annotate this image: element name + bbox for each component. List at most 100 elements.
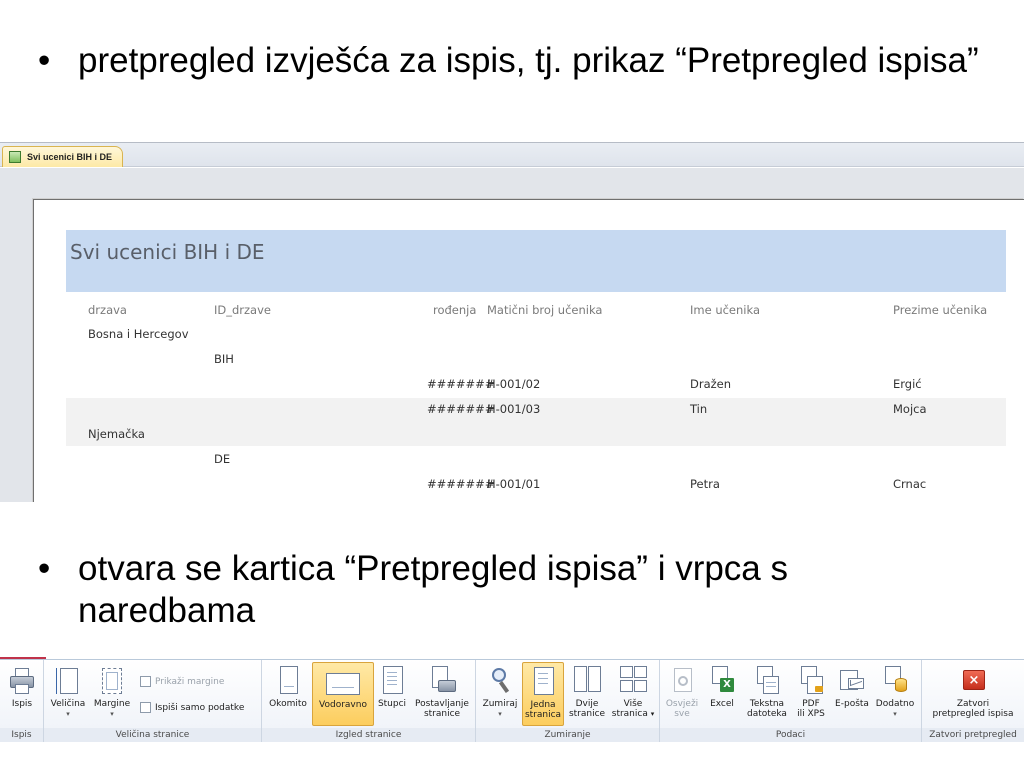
cell-prezime: Crnac xyxy=(893,477,927,491)
column-header-rodenja: rođenja xyxy=(433,303,477,317)
cell-rodenja: ####### xyxy=(427,402,495,416)
group-label: Izgled stranice xyxy=(262,728,475,742)
more-export-label: Dodatno xyxy=(875,699,915,709)
ribbon-group-izgled-stranice: Okomito Vodoravno Stupci Postavljanje st… xyxy=(262,660,476,742)
email-button[interactable]: E-pošta xyxy=(832,662,872,726)
report-page: Svi ucenici BIH i DE drzava ID_drzave ro… xyxy=(33,199,1024,502)
refresh-icon xyxy=(668,666,696,696)
report-window: Svi ucenici BIH i DE Svi ucenici BIH i D… xyxy=(0,142,1024,502)
column-header-drzava: drzava xyxy=(88,303,127,317)
print-button-label: Ispis xyxy=(11,699,33,709)
two-pages-label-line1: Dvije xyxy=(575,699,599,709)
page-setup-label-line2: stranice xyxy=(423,709,461,719)
excel-label: Excel xyxy=(710,699,734,709)
report-icon xyxy=(9,151,21,163)
text-file-label-line2: datoteka xyxy=(747,709,787,719)
size-button[interactable]: Veličina ▾ xyxy=(48,662,88,726)
email-label: E-pošta xyxy=(835,699,869,709)
one-page-label-line2: stranica xyxy=(524,710,562,720)
group-header-id: BIH xyxy=(214,352,234,366)
refresh-label-line2: sve xyxy=(674,709,690,719)
columns-button[interactable]: Stupci xyxy=(374,662,410,726)
cell-ime: Petra xyxy=(690,477,720,491)
document-tab[interactable]: Svi ucenici BIH i DE xyxy=(2,146,124,167)
print-button[interactable]: Ispis xyxy=(4,662,40,726)
portrait-icon xyxy=(274,666,302,696)
close-label-line2: pretpregled ispisa xyxy=(932,709,1014,719)
ribbon-group-velicina-stranice: Veličina ▾ Margine ▾ Prikaži margine Isp… xyxy=(44,660,262,742)
bullet-dot: • xyxy=(38,41,51,80)
group-header-drzava: Njemačka xyxy=(88,427,145,441)
portrait-button-label: Okomito xyxy=(269,699,307,709)
column-header-prezime: Prezime učenika xyxy=(893,303,988,317)
report-title: Svi ucenici BIH i DE xyxy=(70,240,265,264)
page-setup-label-line1: Postavljanje xyxy=(415,699,469,709)
more-pages-button[interactable]: Više stranica ▾ xyxy=(610,662,656,726)
print-data-only-checkbox[interactable]: Ispiši samo podatke xyxy=(140,702,244,713)
magnifier-icon xyxy=(486,666,514,696)
bullet-text: pretpregled izvješća za ispis, tj. prika… xyxy=(78,41,979,80)
export-text-file-button[interactable]: Tekstna datoteka xyxy=(744,662,790,726)
margins-button-label: Margine xyxy=(93,699,131,709)
excel-icon: X xyxy=(708,666,736,696)
landscape-button-label: Vodoravno xyxy=(319,700,367,710)
cell-maticni-broj: H-001/02 xyxy=(487,377,541,391)
print-preview-area[interactable]: Svi ucenici BIH i DE drzava ID_drzave ro… xyxy=(0,168,1024,502)
database-icon xyxy=(881,666,909,696)
cell-prezime: Mojca xyxy=(893,402,927,416)
ribbon-group-zatvori-pretpregled: × Zatvori pretpregled ispisa Zatvori pre… xyxy=(922,660,1024,742)
dropdown-arrow-icon: ▾ xyxy=(893,710,897,718)
dropdown-arrow-icon: ▾ xyxy=(498,710,502,718)
cell-rodenja: ####### xyxy=(427,477,495,491)
checkbox-box xyxy=(140,702,151,713)
show-margins-checkbox[interactable]: Prikaži margine xyxy=(140,676,224,687)
cell-rodenja: ####### xyxy=(427,377,495,391)
checkbox-label: Ispiši samo podatke xyxy=(155,702,245,713)
checkbox-label: Prikaži margine xyxy=(155,676,225,687)
refresh-all-button[interactable]: Osvježi sve xyxy=(664,662,700,726)
column-header-ime: Ime učenika xyxy=(690,303,760,317)
pdf-label-line1: PDF xyxy=(802,699,820,709)
more-pages-icon xyxy=(619,666,647,696)
group-header-drzava: Bosna i Hercegov xyxy=(88,327,189,341)
group-label: Ispis xyxy=(0,728,43,742)
margins-button[interactable]: Margine ▾ xyxy=(90,662,134,726)
more-pages-label-line2: stranica xyxy=(611,709,648,719)
portrait-button[interactable]: Okomito xyxy=(266,662,310,726)
group-label: Zatvori pretpregled xyxy=(922,728,1024,742)
cell-ime: Tin xyxy=(690,402,708,416)
ribbon-group-ispis: Ispis Ispis xyxy=(0,660,44,742)
size-button-label: Veličina xyxy=(50,699,86,709)
one-page-button[interactable]: Jedna stranica xyxy=(522,662,564,726)
more-export-button[interactable]: Dodatno ▾ xyxy=(872,662,918,726)
cell-maticni-broj: H-001/01 xyxy=(487,477,541,491)
report-header: Svi ucenici BIH i DE xyxy=(66,230,1006,292)
zoom-button-label: Zumiraj xyxy=(482,699,518,709)
two-pages-label-line2: stranice xyxy=(568,709,606,719)
document-tab-label: Svi ucenici BIH i DE xyxy=(27,152,113,162)
columns-icon xyxy=(378,666,406,696)
columns-button-label: Stupci xyxy=(377,699,407,709)
printer-icon xyxy=(8,666,36,696)
export-pdf-xps-button[interactable]: PDF ili XPS xyxy=(792,662,830,726)
page-setup-icon xyxy=(428,666,456,696)
ribbon-group-zumiranje: Zumiraj ▾ Jedna stranica Dvije stranice xyxy=(476,660,660,742)
close-print-preview-button[interactable]: × Zatvori pretpregled ispisa xyxy=(926,662,1020,726)
bullet-dot: • xyxy=(38,549,51,588)
group-header-id: DE xyxy=(214,452,231,466)
margins-icon xyxy=(98,666,126,696)
ribbon-group-podaci: Osvježi sve X Excel Tekstna datoteka PDF… xyxy=(660,660,922,742)
zoom-button[interactable]: Zumiraj ▾ xyxy=(480,662,520,726)
two-pages-button[interactable]: Dvije stranice xyxy=(566,662,608,726)
close-icon: × xyxy=(959,666,987,696)
page-setup-button[interactable]: Postavljanje stranice xyxy=(412,662,472,726)
dropdown-arrow-icon: ▾ xyxy=(66,710,70,718)
email-icon xyxy=(838,666,866,696)
landscape-button[interactable]: Vodoravno xyxy=(312,662,374,726)
two-pages-icon xyxy=(573,666,601,696)
one-page-label-line1: Jedna xyxy=(530,700,556,710)
cell-prezime: Ergić xyxy=(893,377,922,391)
pdf-icon xyxy=(797,666,825,696)
export-excel-button[interactable]: X Excel xyxy=(702,662,742,726)
landscape-icon xyxy=(326,667,360,697)
